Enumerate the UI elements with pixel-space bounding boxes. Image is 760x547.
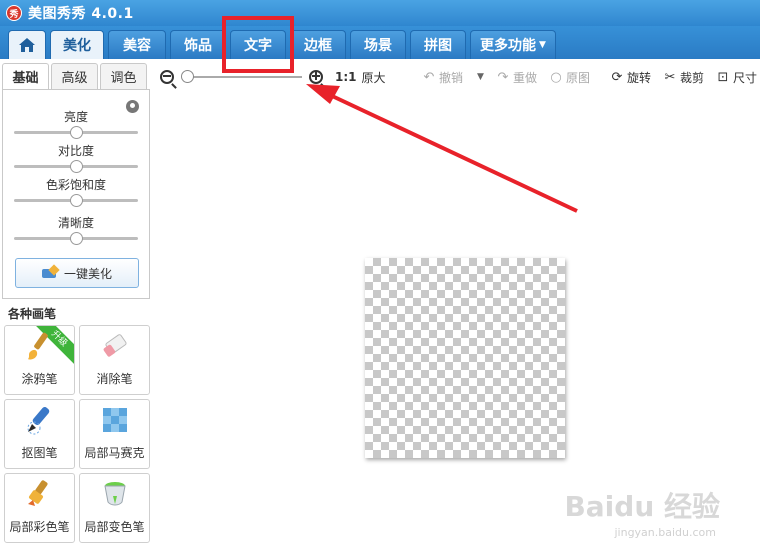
baidu-watermark: Baidu 经验 xyxy=(564,490,720,523)
baidu-watermark-url: jingyan.baidu.com xyxy=(614,526,716,539)
annotation-arrow xyxy=(306,84,578,213)
